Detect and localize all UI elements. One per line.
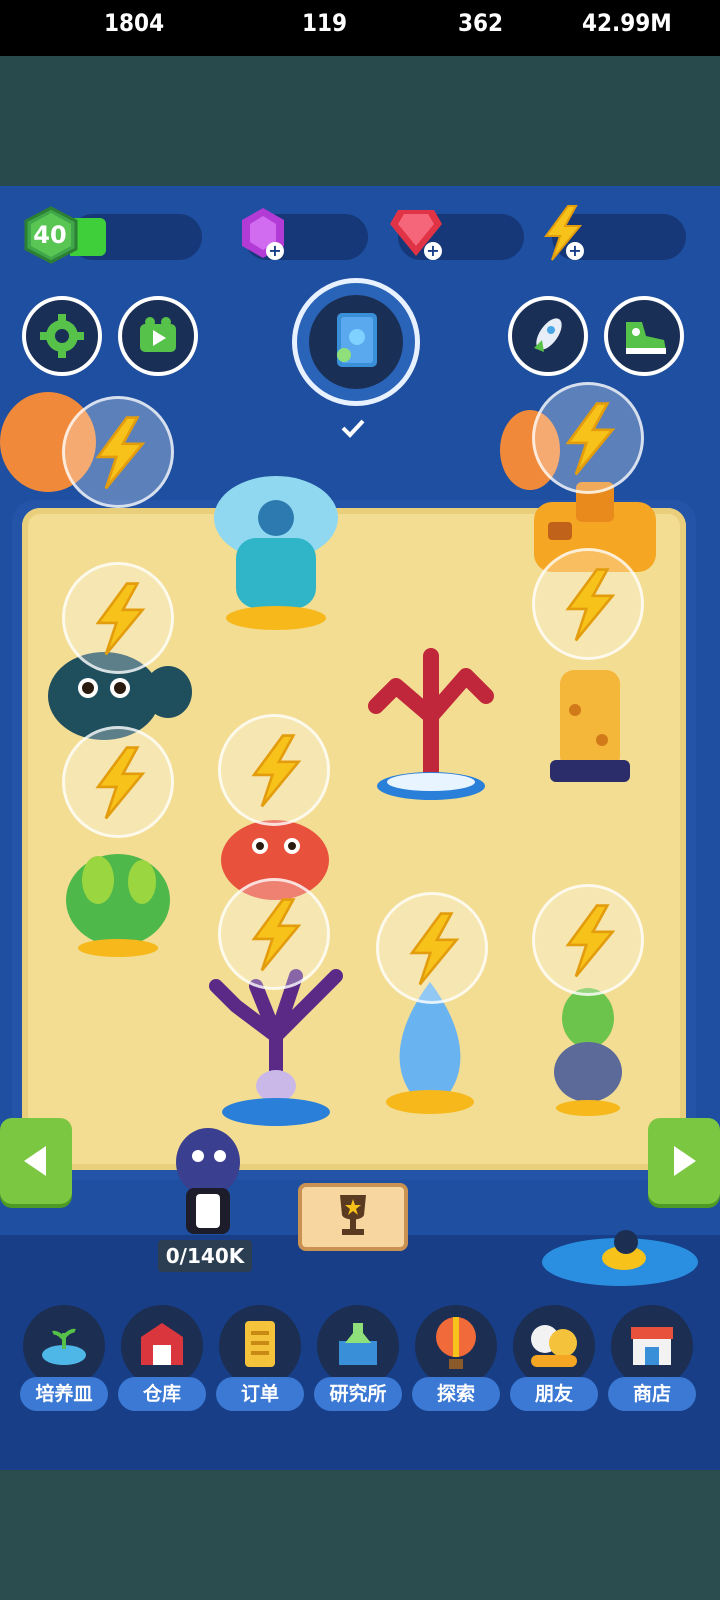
energy-bubble[interactable] — [62, 726, 174, 838]
settings-button[interactable] — [22, 296, 102, 376]
video-button[interactable] — [118, 296, 198, 376]
trophy-button[interactable] — [298, 1183, 408, 1251]
nav-label: 仓库 — [118, 1377, 206, 1411]
energy-plus-icon[interactable]: + — [566, 242, 584, 260]
rocket-icon — [534, 318, 562, 352]
nav-lab[interactable]: 研究所 — [314, 1305, 402, 1413]
nav-orders[interactable]: 订单 — [216, 1305, 304, 1413]
lightning-icon — [565, 402, 616, 476]
nav-explore[interactable]: 探索 — [412, 1305, 500, 1413]
background-bottom — [0, 1468, 720, 1600]
sneaker-button[interactable] — [604, 296, 684, 376]
energy-bubble[interactable] — [218, 878, 330, 990]
maid-character[interactable] — [168, 1118, 248, 1242]
pond-icon — [542, 1230, 698, 1286]
nav-circle — [121, 1305, 203, 1387]
nav-circle — [611, 1305, 693, 1387]
nav-circle — [513, 1305, 595, 1387]
nav-label: 探索 — [412, 1377, 500, 1411]
energy-value: 42.99M — [582, 9, 672, 37]
check-icon — [341, 419, 365, 438]
energy-bubble[interactable] — [376, 892, 488, 1004]
xp-value: 1804 — [104, 9, 165, 37]
lightning-icon — [565, 568, 616, 642]
nav-label: 订单 — [216, 1377, 304, 1411]
energy-bubble[interactable] — [62, 396, 174, 508]
lightning-icon — [95, 416, 146, 490]
purple-gem-value: 119 — [302, 9, 348, 37]
nav-label: 朋友 — [510, 1377, 598, 1411]
petri-dish-icon — [42, 1328, 86, 1365]
red-coral — [368, 648, 494, 800]
friends-icon — [531, 1325, 577, 1367]
energy-bubble[interactable] — [62, 562, 174, 674]
nav-friends[interactable]: 朋友 — [510, 1305, 598, 1413]
level-value: 40 — [33, 221, 67, 249]
nav-circle — [23, 1305, 105, 1387]
arrow-right-icon — [674, 1146, 696, 1176]
lightning-icon — [565, 904, 616, 978]
nav-circle — [219, 1305, 301, 1387]
yellow-giraffe-plant — [550, 670, 630, 782]
nav-circle — [415, 1305, 497, 1387]
lightning-icon — [251, 734, 302, 808]
blue-flower-creature — [214, 476, 338, 630]
pond-creature[interactable] — [540, 1222, 700, 1288]
balloon-icon — [436, 1317, 476, 1369]
field-plant-10[interactable] — [548, 988, 628, 1118]
lightning-icon — [95, 582, 146, 656]
book-icon — [337, 313, 377, 367]
trophy-icon — [340, 1195, 366, 1235]
field-plant-2[interactable] — [356, 636, 506, 804]
barn-icon — [141, 1323, 183, 1365]
lightning-icon — [251, 898, 302, 972]
nav-shop[interactable]: 商店 — [608, 1305, 696, 1413]
storage-counter: 0/140K — [158, 1240, 252, 1272]
sneaker-icon — [626, 322, 666, 354]
red-gem-value: 362 — [458, 9, 504, 37]
nav-label: 研究所 — [314, 1377, 402, 1411]
energy-bubble[interactable] — [532, 382, 644, 494]
purple-gem-plus-icon[interactable]: + — [266, 242, 284, 260]
field-plant-5[interactable] — [58, 830, 178, 958]
book-button[interactable] — [292, 278, 420, 406]
gear-icon — [40, 314, 84, 358]
nav-warehouse[interactable]: 仓库 — [118, 1305, 206, 1413]
order-scroll-icon — [245, 1321, 275, 1367]
green-cactus-plant — [66, 854, 170, 957]
book-button-inner — [309, 295, 403, 389]
red-gem-plus-icon[interactable]: + — [424, 242, 442, 260]
lab-icon — [339, 1323, 377, 1365]
shop-icon — [631, 1327, 673, 1365]
lightning-icon — [409, 912, 460, 986]
arrow-left-icon — [24, 1146, 46, 1176]
energy-bubble[interactable] — [532, 884, 644, 996]
field-plant-7[interactable] — [540, 660, 640, 790]
next-page-button[interactable] — [648, 1118, 720, 1204]
nav-petri-dish[interactable]: 培养皿 — [20, 1305, 108, 1413]
nav-circle — [317, 1305, 399, 1387]
field-plant-1[interactable] — [206, 458, 346, 636]
nav-label: 培养皿 — [20, 1377, 108, 1411]
maid-character-icon — [176, 1128, 240, 1234]
pineapple-plant — [554, 988, 622, 1116]
prev-page-button[interactable] — [0, 1118, 72, 1204]
rocket-button[interactable] — [508, 296, 588, 376]
nav-label: 商店 — [608, 1377, 696, 1411]
energy-bubble[interactable] — [218, 714, 330, 826]
energy-bubble[interactable] — [532, 548, 644, 660]
video-play-icon — [140, 317, 176, 352]
lightning-icon — [95, 746, 146, 820]
